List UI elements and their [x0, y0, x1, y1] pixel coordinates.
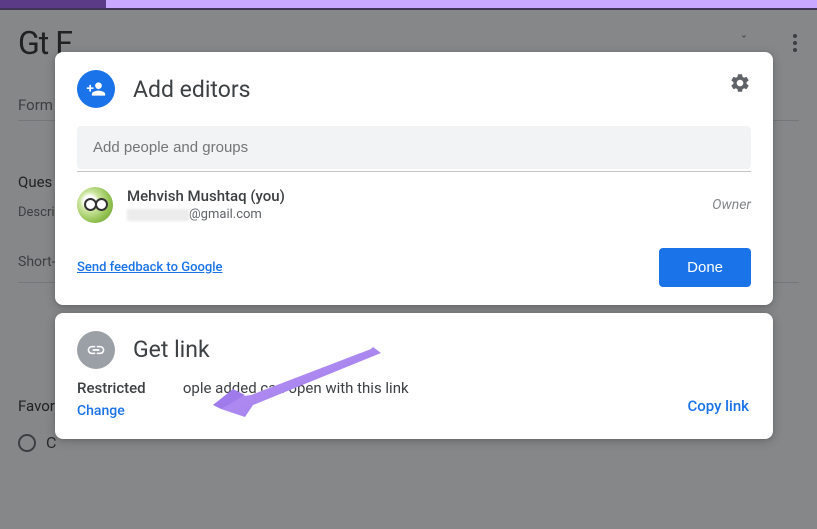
settings-button[interactable] — [729, 72, 751, 98]
person-add-icon — [77, 70, 115, 108]
person-info: Mehvish Mushtaq (you) @gmail.com — [127, 186, 698, 224]
person-role: Owner — [712, 197, 751, 213]
person-email: @gmail.com — [127, 206, 698, 224]
gear-icon — [729, 72, 751, 94]
link-body: Restricted ople added can open with this… — [77, 379, 751, 419]
browser-tab-bar — [0, 0, 817, 8]
get-link-card: Get link Restricted ople added can open … — [55, 313, 773, 439]
input-underline — [77, 171, 751, 172]
add-editors-card: Add editors Mehvish Mushtaq (you) @gmail… — [55, 52, 773, 305]
send-feedback-link[interactable]: Send feedback to Google — [77, 260, 222, 275]
change-link[interactable]: Change — [77, 403, 125, 419]
editor-row[interactable]: Mehvish Mushtaq (you) @gmail.com Owner — [77, 186, 751, 224]
avatar — [77, 187, 113, 223]
get-link-title: Get link — [133, 336, 210, 363]
copy-link-button[interactable]: Copy link — [687, 397, 749, 415]
share-dialog: Add editors Mehvish Mushtaq (you) @gmail… — [55, 52, 773, 439]
done-button[interactable]: Done — [659, 248, 751, 287]
person-name: Mehvish Mushtaq (you) — [127, 186, 698, 206]
card-header: Get link — [77, 331, 751, 369]
add-editors-title: Add editors — [133, 76, 251, 103]
card-footer: Send feedback to Google Done — [77, 248, 751, 287]
link-icon — [77, 331, 115, 369]
link-restriction-text: Restricted ople added can open with this… — [77, 379, 751, 397]
add-people-input[interactable] — [77, 126, 751, 169]
card-header: Add editors — [77, 70, 751, 108]
